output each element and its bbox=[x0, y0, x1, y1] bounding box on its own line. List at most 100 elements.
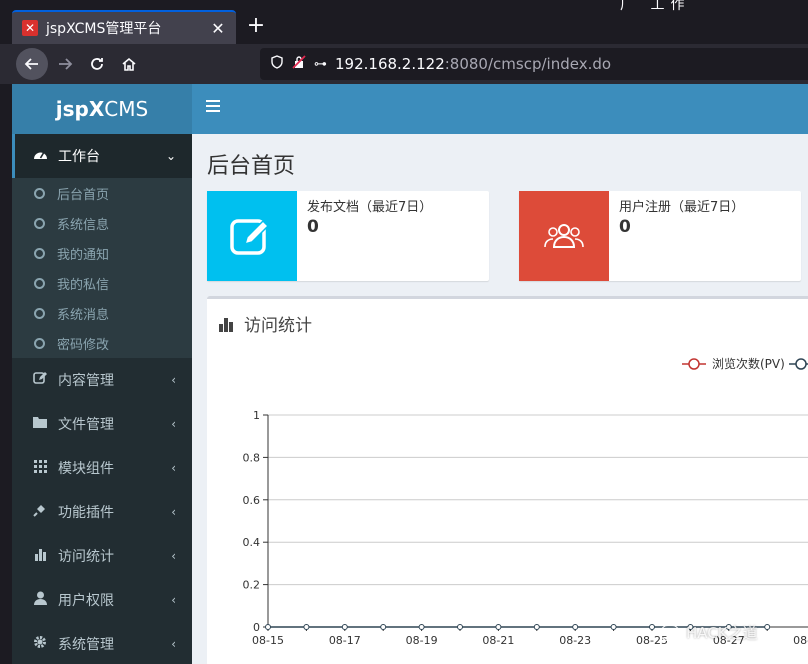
sidebar-subitem[interactable]: 系统信息 bbox=[12, 208, 192, 238]
chevron-left-icon: ‹ bbox=[171, 505, 176, 519]
watermark: HACK之道 bbox=[660, 622, 758, 643]
cms-app: jspX CMS 工作台 ⌄ 后台首页 系统信息 我的通知 我的私信 系统消息 密码修改 内… bbox=[12, 84, 808, 664]
chevron-left-icon: ‹ bbox=[171, 593, 176, 607]
page-title: 后台首页 bbox=[207, 154, 296, 179]
y-tick-label: 0 bbox=[253, 621, 260, 634]
x-tick-label: 08-21 bbox=[482, 634, 514, 647]
sidebar-item-menu[interactable]: 访问统计 ‹ bbox=[12, 534, 192, 578]
header-bar bbox=[192, 84, 808, 134]
forward-arrow-icon[interactable] bbox=[49, 48, 81, 80]
data-point bbox=[418, 624, 425, 630]
legend-label: 浏览次数(PV) bbox=[712, 356, 785, 371]
close-tab-icon[interactable]: ✕ bbox=[210, 19, 226, 38]
sidebar-item-label: 工作台 bbox=[58, 149, 100, 165]
circle-icon bbox=[34, 187, 45, 199]
sidebar-item-label: 内容管理 bbox=[58, 373, 114, 389]
sidebar-item-menu[interactable]: 内容管理 ‹ bbox=[12, 358, 192, 402]
x-tick-label: 08-2 bbox=[793, 634, 808, 647]
stats-box: 访问统计 0 0.2 0.4 0.6 0.8 1 08-15 08-17 08-19 08-21 0… bbox=[207, 296, 808, 664]
chevron-left-icon: ‹ bbox=[171, 637, 176, 651]
users-icon bbox=[519, 191, 609, 281]
browser-tab[interactable]: ✕ jspXCMS管理平台 ✕ bbox=[12, 10, 236, 44]
circle-icon bbox=[34, 337, 45, 349]
y-tick-label: 0.4 bbox=[243, 536, 261, 549]
tab-title: jspXCMS管理平台 bbox=[46, 21, 162, 37]
sidebar-item-menu[interactable]: 文件管理 ‹ bbox=[12, 402, 192, 446]
chevron-down-icon: ⌄ bbox=[165, 149, 176, 163]
data-point bbox=[764, 624, 771, 630]
sidebar-toggle-icon[interactable] bbox=[206, 100, 220, 114]
folder-icon bbox=[30, 416, 50, 432]
sidebar-item-label: 文件管理 bbox=[58, 417, 114, 433]
app-header: jspX CMS bbox=[12, 84, 808, 134]
sidebar-subitem[interactable]: 我的私信 bbox=[12, 268, 192, 298]
chevron-left-icon: ‹ bbox=[171, 461, 176, 475]
data-point bbox=[649, 624, 655, 630]
circle-icon bbox=[34, 307, 45, 319]
info-box-text: 发布文档（最近7日） bbox=[307, 200, 433, 215]
data-point bbox=[457, 624, 463, 630]
circle-icon bbox=[34, 247, 45, 259]
sidebar-item-menu[interactable]: 系统管理 ‹ bbox=[12, 622, 192, 664]
x-tick-label: 08-23 bbox=[559, 634, 591, 647]
y-tick-label: 0.2 bbox=[243, 579, 261, 592]
grid-icon bbox=[30, 459, 50, 477]
workbench-submenu: 后台首页 系统信息 我的通知 我的私信 系统消息 密码修改 bbox=[12, 178, 192, 358]
sidebar-item-label: 模块组件 bbox=[58, 461, 114, 477]
data-point bbox=[380, 624, 387, 630]
data-point bbox=[610, 624, 617, 630]
info-box-number: 0 bbox=[307, 217, 319, 237]
y-tick-label: 0.8 bbox=[243, 451, 261, 464]
data-point bbox=[341, 624, 348, 630]
edit-icon bbox=[207, 191, 297, 281]
url-bar[interactable]: ⊶ 192.168.2.122 :8080/cmscp/index.do bbox=[260, 48, 808, 80]
sidebar-item-label: 访问统计 bbox=[58, 549, 114, 565]
reload-icon[interactable] bbox=[81, 48, 113, 80]
window-title-fragment: 广 工作 bbox=[620, 0, 691, 13]
sidebar-subitem[interactable]: 系统消息 bbox=[12, 298, 192, 328]
url-path: :8080/cmscp/index.do bbox=[444, 55, 612, 73]
home-icon[interactable] bbox=[113, 48, 145, 80]
lock-insecure-icon[interactable] bbox=[292, 55, 306, 73]
info-box-number: 0 bbox=[619, 217, 631, 237]
key-icon[interactable]: ⊶ bbox=[314, 57, 327, 72]
info-box-text: 用户注册（最近7日） bbox=[619, 200, 745, 215]
dashboard-icon bbox=[30, 148, 50, 165]
x-tick-label: 08-15 bbox=[252, 634, 284, 647]
sidebar-item-menu[interactable]: 用户权限 ‹ bbox=[12, 578, 192, 622]
logo[interactable]: jspX CMS bbox=[12, 84, 192, 134]
sidebar-item-menu[interactable]: 模块组件 ‹ bbox=[12, 446, 192, 490]
sidebar: 工作台 ⌄ 后台首页 系统信息 我的通知 我的私信 系统消息 密码修改 内容管理 ‹ 文件管理… bbox=[12, 134, 192, 664]
wechat-icon bbox=[660, 624, 680, 641]
sidebar-item-label: 功能插件 bbox=[58, 505, 114, 521]
chevron-left-icon: ‹ bbox=[171, 373, 176, 387]
shield-icon[interactable] bbox=[270, 55, 284, 73]
browser-tab-bar: 广 工作 ✕ jspXCMS管理平台 ✕ + bbox=[0, 0, 808, 44]
visits-line-chart: 0 0.2 0.4 0.6 0.8 1 08-15 08-17 08-19 08-21 08-23 0… bbox=[243, 356, 808, 647]
plug-icon bbox=[30, 503, 50, 521]
data-point bbox=[572, 624, 579, 630]
sidebar-item-workbench[interactable]: 工作台 ⌄ bbox=[12, 134, 192, 178]
chevron-left-icon: ‹ bbox=[171, 417, 176, 431]
data-point bbox=[303, 624, 310, 630]
edit-icon bbox=[30, 371, 50, 389]
sidebar-item-menu[interactable]: 功能插件 ‹ bbox=[12, 490, 192, 534]
legend-marker bbox=[795, 358, 807, 370]
circle-icon bbox=[34, 217, 45, 229]
x-tick-label: 08-19 bbox=[406, 634, 438, 647]
data-point bbox=[265, 624, 271, 630]
favicon-icon: ✕ bbox=[22, 20, 38, 36]
legend-marker bbox=[688, 358, 700, 370]
y-tick-label: 0.6 bbox=[243, 494, 261, 507]
chevron-left-icon: ‹ bbox=[171, 549, 176, 563]
sidebar-item-label: 系统管理 bbox=[58, 637, 114, 653]
sidebar-item-label: 用户权限 bbox=[58, 593, 114, 609]
user-icon bbox=[30, 591, 50, 609]
sidebar-subitem[interactable]: 后台首页 bbox=[12, 178, 192, 208]
browser-nav-bar: ⊶ 192.168.2.122 :8080/cmscp/index.do bbox=[0, 44, 808, 84]
sidebar-subitem[interactable]: 我的通知 bbox=[12, 238, 192, 268]
new-tab-button[interactable]: + bbox=[244, 12, 268, 40]
x-tick-label: 08-17 bbox=[329, 634, 361, 647]
back-arrow-icon[interactable] bbox=[16, 48, 48, 80]
sidebar-subitem[interactable]: 密码修改 bbox=[12, 328, 192, 358]
